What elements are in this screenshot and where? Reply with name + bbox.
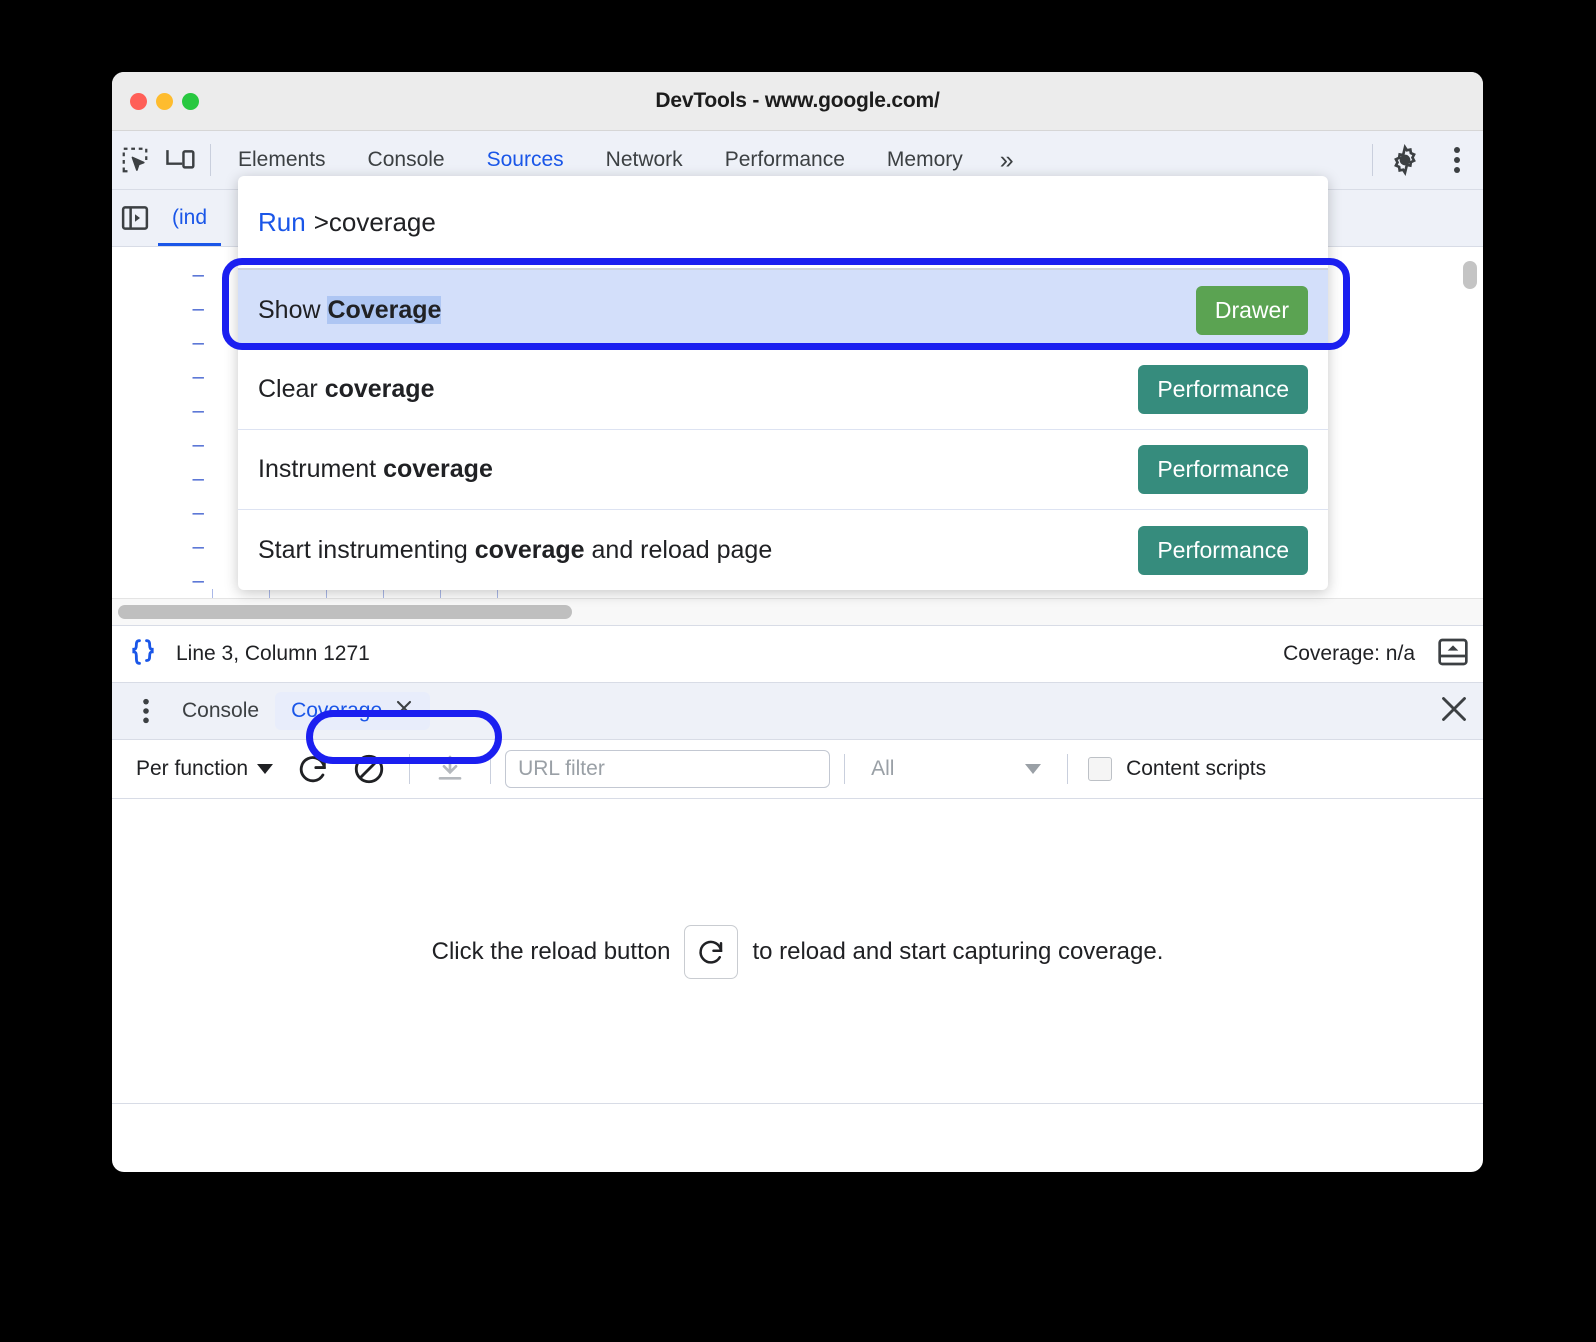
scrollbar-thumb[interactable]: [118, 605, 572, 619]
sources-open-file-label: (ind: [172, 206, 208, 229]
command-palette-item-start-instrumenting-coverage[interactable]: Start instrumenting coverage and reload …: [238, 510, 1328, 590]
show-drawer-icon[interactable]: [1437, 637, 1469, 672]
command-palette-item-instrument-coverage[interactable]: Instrument coverage Performance: [238, 430, 1328, 510]
clear-all-icon[interactable]: [343, 746, 395, 792]
drawer-kebab-menu-icon[interactable]: [126, 688, 166, 734]
pretty-print-braces-icon[interactable]: [126, 635, 160, 674]
statusbar-left: Line 3, Column 1271: [126, 635, 370, 674]
command-palette-prefix: Run: [258, 206, 306, 237]
drawer-tab-console[interactable]: Console: [166, 693, 275, 729]
command-palette-item-label: Start instrumenting coverage and reload …: [258, 535, 773, 564]
command-palette-item-label: Show Coverage: [258, 295, 442, 324]
coverage-empty-prefix: Click the reload button: [431, 937, 671, 965]
coverage-type-filter-value: All: [871, 757, 895, 780]
coverage-empty-message: Click the reload button to reload and st…: [431, 924, 1164, 979]
gutter-line: –: [192, 570, 204, 592]
coverage-empty-suffix: to reload and start capturing coverage.: [752, 937, 1164, 965]
kebab-menu-icon[interactable]: [1431, 137, 1483, 183]
inspect-element-icon[interactable]: [112, 137, 158, 183]
export-download-icon[interactable]: [424, 746, 476, 792]
coverage-granularity-label: Per function: [136, 757, 249, 780]
content-scripts-label: Content scripts: [1126, 757, 1267, 780]
content-scripts-checkbox-row[interactable]: Content scripts: [1082, 757, 1266, 781]
drawer-tab-coverage[interactable]: Coverage: [275, 692, 431, 730]
window-title: DevTools - www.google.com/: [655, 89, 940, 112]
command-palette-results: Show Coverage Drawer Clear coverage Perf…: [238, 268, 1328, 590]
screenshot-root: DevTools - www.google.com/ Elements Cons…: [0, 0, 1596, 1342]
coverage-status-text: Coverage: n/a: [1283, 642, 1415, 665]
command-palette[interactable]: Run >coverage Show Coverage Drawer Clear…: [238, 176, 1328, 590]
chevron-down-icon: [257, 764, 274, 774]
gutter-line: –: [192, 502, 204, 524]
editor-gutter: – – – – – – – – – – 4 –: [112, 247, 212, 625]
toolbar-divider: [1067, 754, 1069, 784]
command-palette-item-badge: Performance: [1138, 365, 1308, 414]
editor-statusbar: Line 3, Column 1271 Coverage: n/a: [112, 625, 1483, 683]
close-coverage-tab-icon[interactable]: [394, 698, 414, 724]
active-tab-underline: [158, 243, 222, 246]
sources-open-file-tab[interactable]: (ind: [158, 190, 222, 246]
toolbar-divider: [210, 144, 211, 176]
toolbar-divider: [844, 754, 846, 784]
gutter-line: –: [192, 366, 204, 388]
close-drawer-button[interactable]: [1439, 694, 1469, 729]
drawer-tabbar: Console Coverage: [112, 683, 1483, 740]
editor-vertical-scrollbar[interactable]: [1463, 261, 1477, 289]
coverage-type-filter-select[interactable]: All: [859, 757, 1053, 781]
device-toolbar-icon[interactable]: [158, 137, 204, 183]
gutter-line: –: [192, 400, 204, 422]
gutter-line: –: [192, 536, 204, 558]
url-filter-input[interactable]: URL filter: [505, 750, 831, 788]
statusbar-right: Coverage: n/a: [1283, 637, 1469, 672]
command-palette-item-label: Clear coverage: [258, 375, 435, 403]
toolbar-divider: [490, 754, 492, 784]
chevron-down-icon: [1025, 764, 1042, 774]
drawer-tab-coverage-label: Coverage: [291, 699, 383, 722]
editor-horizontal-scrollbar[interactable]: [112, 598, 1483, 625]
coverage-panel-body: Click the reload button to reload and st…: [112, 799, 1483, 1104]
command-palette-item-clear-coverage[interactable]: Clear coverage Performance: [238, 350, 1328, 430]
command-palette-item-badge: Performance: [1138, 525, 1308, 575]
command-palette-query[interactable]: Run >coverage: [238, 176, 1328, 268]
command-palette-item-badge: Drawer: [1195, 285, 1308, 335]
toolbar-divider-right: [1372, 144, 1373, 176]
window-titlebar: DevTools - www.google.com/: [112, 72, 1483, 131]
coverage-granularity-dropdown[interactable]: Per function: [126, 757, 283, 781]
gutter-line: –: [192, 298, 204, 320]
url-filter-placeholder: URL filter: [518, 757, 605, 780]
toolbar-divider: [409, 754, 411, 784]
devtools-toolbar-right: [1366, 131, 1483, 189]
content-scripts-checkbox[interactable]: [1088, 757, 1113, 781]
gutter-line: –: [192, 332, 204, 354]
gear-icon[interactable]: [1379, 137, 1431, 183]
gutter-line: –: [192, 434, 204, 456]
panel-bottom-divider: [112, 1103, 1483, 1104]
command-palette-item-label: Instrument coverage: [258, 455, 493, 483]
show-navigator-icon[interactable]: [112, 195, 158, 241]
command-palette-item-show-coverage[interactable]: Show Coverage Drawer: [238, 270, 1328, 350]
reload-icon[interactable]: [287, 746, 339, 792]
reload-icon[interactable]: [684, 924, 739, 979]
coverage-toolbar: Per function URL filter All Content scri…: [112, 740, 1483, 799]
gutter-line: –: [192, 468, 204, 490]
command-palette-input[interactable]: >coverage: [314, 207, 436, 238]
command-palette-item-badge: Performance: [1138, 445, 1308, 494]
cursor-position-text: Line 3, Column 1271: [176, 642, 370, 665]
gutter-line: –: [192, 264, 204, 286]
drawer-tab-console-label: Console: [182, 699, 260, 722]
